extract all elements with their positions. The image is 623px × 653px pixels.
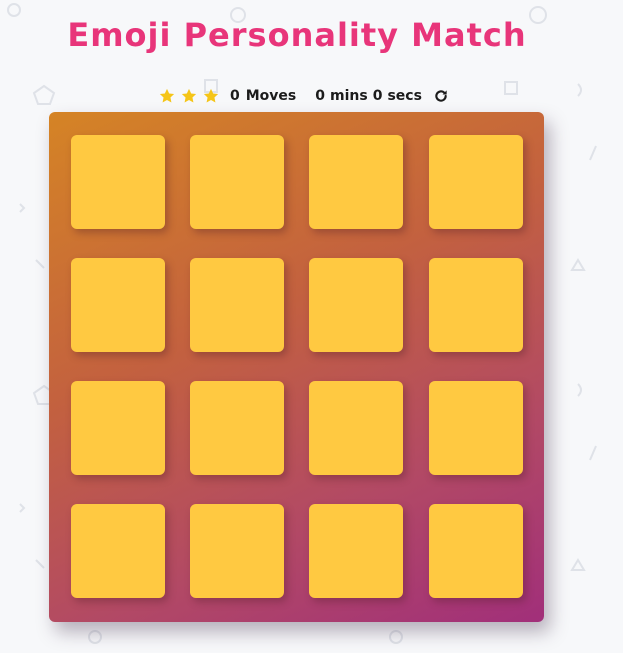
star-icon <box>159 88 175 103</box>
star-icon <box>203 88 219 103</box>
card[interactable] <box>429 381 523 475</box>
card[interactable] <box>429 258 523 352</box>
card[interactable] <box>71 504 165 598</box>
card[interactable] <box>429 135 523 229</box>
card[interactable] <box>429 504 523 598</box>
card[interactable] <box>190 135 284 229</box>
card[interactable] <box>309 135 403 229</box>
page-title: Emoji Personality Match <box>67 16 527 54</box>
card[interactable] <box>309 381 403 475</box>
card[interactable] <box>190 258 284 352</box>
moves-count: 0 <box>230 88 240 104</box>
restart-button[interactable] <box>432 87 450 105</box>
moves-label: Moves <box>245 88 297 104</box>
card[interactable] <box>71 381 165 475</box>
card-deck <box>49 112 544 622</box>
restart-icon <box>435 90 447 102</box>
timer-minutes-label: mins <box>330 88 368 104</box>
star-icon <box>181 88 197 103</box>
timer-seconds-label: secs <box>387 88 422 104</box>
card[interactable] <box>190 504 284 598</box>
moves-counter: 0 Moves <box>230 88 296 104</box>
timer: 0 mins 0 secs <box>315 88 422 104</box>
score-panel: 0 Moves 0 mins 0 secs <box>158 85 450 107</box>
star-rating <box>158 87 220 105</box>
card[interactable] <box>71 258 165 352</box>
card[interactable] <box>309 258 403 352</box>
timer-minutes: 0 <box>315 88 326 104</box>
card[interactable] <box>190 381 284 475</box>
card[interactable] <box>71 135 165 229</box>
timer-seconds: 0 <box>372 88 383 104</box>
card[interactable] <box>309 504 403 598</box>
